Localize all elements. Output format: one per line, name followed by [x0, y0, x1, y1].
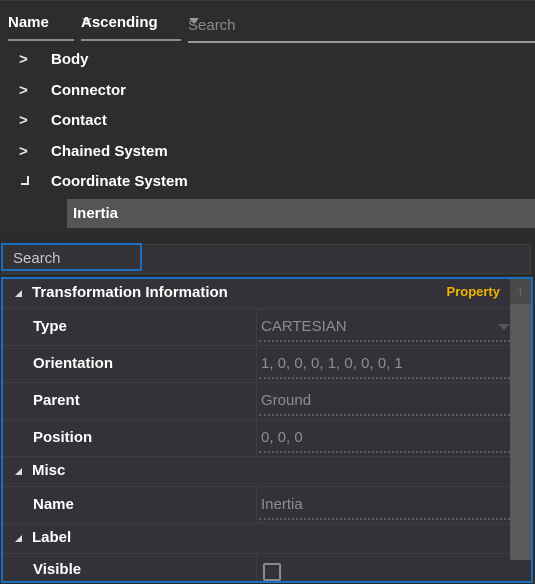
- sort-order-value: Ascending: [81, 14, 158, 31]
- collapse-triangle-icon[interactable]: [15, 290, 22, 297]
- vertical-scrollbar[interactable]: ↑: [510, 279, 531, 560]
- property-name: Parent: [33, 392, 80, 409]
- property-value: Inertia: [261, 496, 303, 513]
- model-tree: > Body > Connector > Contact > Chained S…: [0, 45, 535, 228]
- property-value: Ground: [261, 392, 312, 409]
- tree-item-label: Chained System: [51, 142, 168, 160]
- property-name: Orientation: [33, 355, 114, 372]
- chevron-right-icon[interactable]: >: [19, 45, 33, 75]
- property-name: Visible: [33, 561, 82, 578]
- tree-item-connector[interactable]: > Connector: [0, 76, 535, 107]
- position-field[interactable]: 0, 0, 0: [256, 420, 510, 456]
- sort-order-dropdown[interactable]: Ascending: [81, 9, 199, 41]
- property-grid: Transformation Information Property Type…: [1, 277, 533, 583]
- category-title: Label: [32, 529, 72, 546]
- tree-item-label: Contact: [51, 112, 107, 129]
- chevron-right-icon[interactable]: >: [19, 106, 33, 136]
- tree-search-input[interactable]: Search: [188, 9, 535, 43]
- tree-item-chained-system[interactable]: > Chained System: [0, 137, 535, 168]
- property-row-position: Position 0, 0, 0: [3, 420, 510, 457]
- sort-field-dropdown[interactable]: Name: [8, 9, 92, 41]
- category-title: Misc: [32, 462, 66, 479]
- property-name: Name: [33, 496, 74, 513]
- tree-item-label: Inertia: [73, 204, 119, 222]
- collapse-triangle-icon[interactable]: [15, 468, 22, 475]
- property-row-visible: Visible: [3, 554, 510, 581]
- category-transformation-information[interactable]: Transformation Information Property: [3, 279, 510, 309]
- visible-value-cell: [256, 554, 510, 581]
- tree-item-label: Body: [51, 51, 89, 68]
- chevron-down-icon[interactable]: [498, 324, 510, 330]
- tree-item-label: Coordinate System: [51, 173, 188, 190]
- visible-checkbox[interactable]: [263, 563, 281, 581]
- property-row-type: Type CARTESIAN: [3, 309, 510, 346]
- tree-item-body[interactable]: > Body: [0, 45, 535, 76]
- property-value: 0, 0, 0: [261, 429, 303, 446]
- chevron-right-icon[interactable]: >: [19, 137, 33, 167]
- tree-item-inertia-selected[interactable]: Inertia: [67, 198, 535, 228]
- property-name: Type: [33, 318, 67, 335]
- type-dropdown[interactable]: CARTESIAN: [256, 309, 510, 345]
- property-value: 1, 0, 0, 0, 1, 0, 0, 0, 1: [261, 355, 403, 372]
- property-row-parent: Parent Ground: [3, 383, 510, 420]
- sort-field-value: Name: [8, 14, 49, 31]
- name-field[interactable]: Inertia: [256, 487, 510, 523]
- model-tree-panel: Name Ascending Search > Body > Connector…: [0, 0, 535, 236]
- property-tag: Property: [446, 284, 500, 299]
- parent-field[interactable]: Ground: [256, 383, 510, 419]
- tree-toolbar: Name Ascending Search: [8, 9, 535, 43]
- category-label[interactable]: Label: [3, 524, 510, 554]
- category-title: Transformation Information: [32, 284, 228, 301]
- property-name: Position: [33, 429, 93, 446]
- tree-item-contact[interactable]: > Contact: [0, 106, 535, 137]
- property-row-name: Name Inertia: [3, 487, 510, 524]
- property-search-input[interactable]: Search: [1, 243, 142, 271]
- chevron-right-icon[interactable]: >: [19, 76, 33, 106]
- scroll-up-arrow-icon[interactable]: ↑: [510, 279, 531, 304]
- tree-item-label: Connector: [51, 81, 126, 99]
- tree-item-coordinate-system[interactable]: Coordinate System: [0, 167, 535, 198]
- collapse-triangle-icon[interactable]: [15, 535, 22, 542]
- orientation-field[interactable]: 1, 0, 0, 0, 1, 0, 0, 0, 1: [256, 346, 510, 382]
- property-panel: Search Transformation Information Proper…: [0, 236, 535, 584]
- property-row-orientation: Orientation 1, 0, 0, 0, 1, 0, 0, 0, 1: [3, 346, 510, 383]
- property-value: CARTESIAN: [261, 318, 347, 335]
- category-misc[interactable]: Misc: [3, 457, 510, 487]
